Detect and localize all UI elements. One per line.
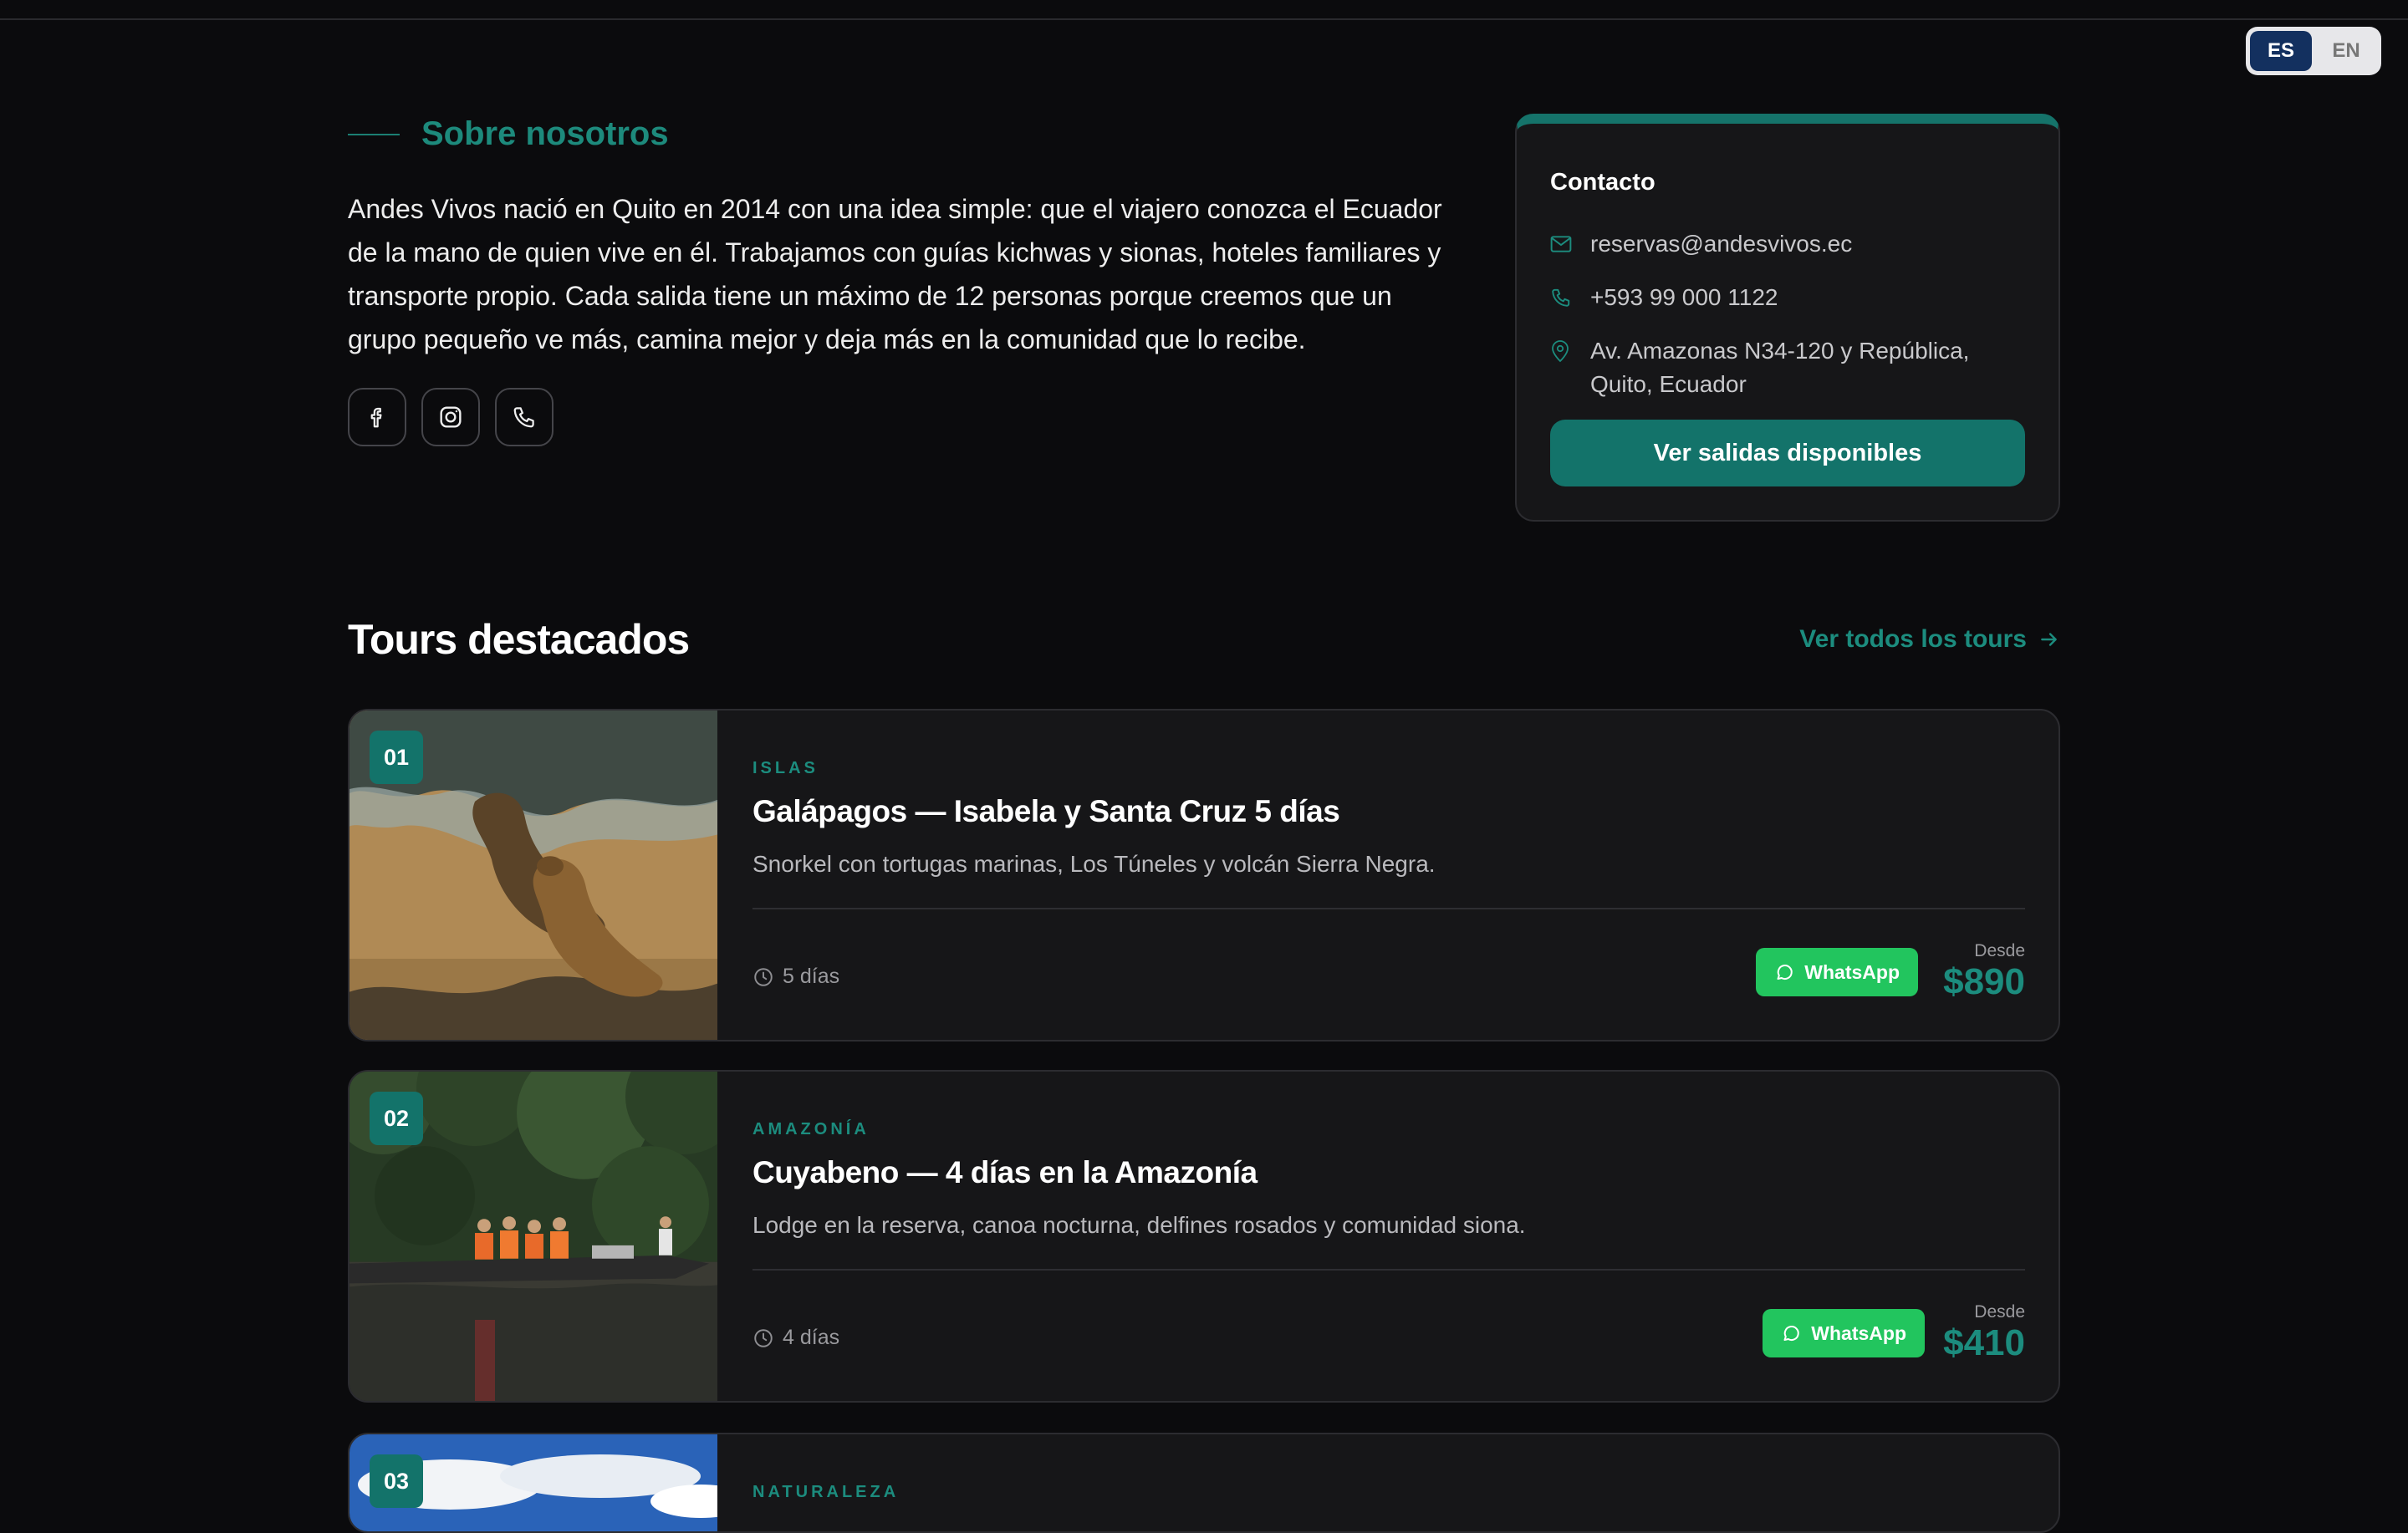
heading-accent-line (348, 133, 400, 135)
whatsapp-button[interactable]: WhatsApp (1763, 1309, 1925, 1357)
tour-price: $890 (1943, 961, 2025, 1002)
tour-category: ISLAS (752, 759, 819, 777)
tour-number-badge: 03 (370, 1454, 423, 1508)
tour-card[interactable]: 01 ISLAS Galápagos — Isabela y Santa Cru… (348, 709, 2060, 1042)
contact-email[interactable]: reservas@andesvivos.ec (1590, 227, 1852, 261)
tour-number-badge: 01 (370, 731, 423, 784)
phone-button[interactable] (495, 388, 554, 446)
tour-title[interactable]: Galápagos — Isabela y Santa Cruz 5 días (752, 794, 1340, 829)
language-switch: ES EN (2246, 27, 2381, 75)
social-links (348, 388, 554, 446)
see-all-tours-link[interactable]: Ver todos los tours (1799, 625, 2060, 654)
phone-icon (1552, 288, 1570, 307)
clock-icon (754, 1328, 773, 1347)
tour-card[interactable]: 03 NATURALEZA (348, 1433, 2060, 1533)
whatsapp-icon (1783, 1326, 1800, 1342)
whatsapp-label: WhatsApp (1811, 1322, 1906, 1344)
tour-price: $410 (1943, 1322, 2025, 1363)
price-from-label: Desde (1974, 1302, 2025, 1322)
price-from-label: Desde (1974, 941, 2025, 960)
whatsapp-icon (1777, 965, 1793, 980)
about-title: Sobre nosotros (421, 115, 669, 152)
contact-address-row: Av. Amazonas N34-120 y República, Quito,… (1550, 334, 1969, 401)
address-line-1: Av. Amazonas N34-120 y República, (1590, 338, 1970, 364)
contact-email-row: reservas@andesvivos.ec (1550, 227, 1852, 261)
top-divider (0, 0, 2408, 20)
tour-duration-text: 4 días (783, 1326, 840, 1349)
contact-phone[interactable]: +593 99 000 1122 (1590, 281, 1778, 314)
clock-icon (754, 967, 773, 986)
see-all-label: Ver todos los tours (1799, 625, 2027, 653)
about-heading: Sobre nosotros (348, 115, 669, 153)
arrow-right-icon (2041, 633, 2057, 646)
mail-icon (1550, 236, 1572, 252)
instagram-button[interactable] (421, 388, 480, 446)
phone-icon (513, 407, 534, 428)
tour-title[interactable]: Cuyabeno — 4 días en la Amazonía (752, 1155, 1258, 1190)
tours-section-title: Tours destacados (348, 616, 690, 663)
tour-duration-text: 5 días (783, 965, 840, 988)
lang-en-button[interactable]: EN (2315, 31, 2377, 71)
tour-divider (752, 908, 2025, 909)
whatsapp-button[interactable]: WhatsApp (1756, 948, 1918, 996)
tour-duration: 5 días (752, 965, 839, 989)
tour-divider (752, 1269, 2025, 1271)
whatsapp-label: WhatsApp (1804, 960, 1900, 983)
tour-category: NATURALEZA (752, 1483, 900, 1501)
contact-title: Contacto (1550, 169, 1656, 196)
facebook-button[interactable] (348, 388, 406, 446)
instagram-icon (440, 406, 462, 428)
contact-address: Av. Amazonas N34-120 y República, Quito,… (1590, 334, 1969, 401)
tour-description: Snorkel con tortugas marinas, Los Túnele… (752, 851, 1436, 877)
about-description: Andes Vivos nació en Quito en 2014 con u… (348, 194, 1442, 354)
address-line-2: Quito, Ecuador (1590, 371, 1747, 397)
lang-es-button[interactable]: ES (2250, 31, 2312, 71)
view-departures-button[interactable]: Ver salidas disponibles (1550, 420, 2025, 486)
facebook-icon (370, 407, 382, 428)
tour-number-badge: 02 (370, 1092, 423, 1145)
tour-duration: 4 días (752, 1326, 839, 1350)
tour-description: Lodge en la reserva, canoa nocturna, del… (752, 1212, 1526, 1238)
contact-card: Contacto reservas@andesvivos.ec +593 99 … (1515, 114, 2060, 522)
tour-category: AMAZONÍA (752, 1120, 870, 1138)
tour-card[interactable]: 02 AMAZONÍA Cuyabeno — 4 días en la Amaz… (348, 1070, 2060, 1403)
location-pin-icon (1552, 340, 1569, 363)
contact-phone-row: +593 99 000 1122 (1550, 281, 1778, 314)
